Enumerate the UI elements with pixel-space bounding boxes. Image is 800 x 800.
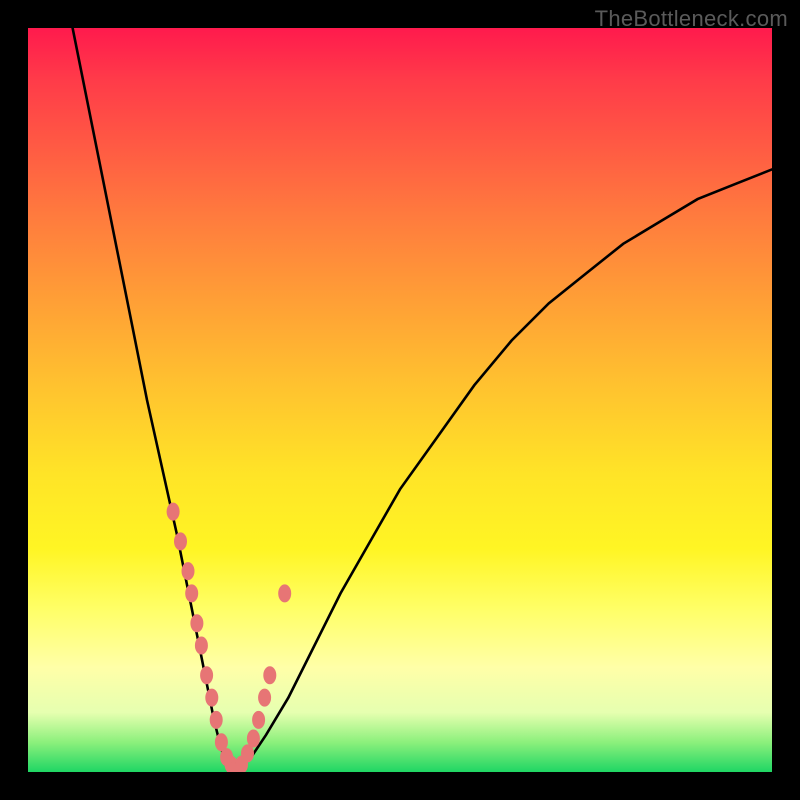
highlight-marker bbox=[263, 666, 276, 684]
highlight-marker bbox=[185, 584, 198, 602]
highlight-marker bbox=[225, 756, 238, 772]
highlight-marker bbox=[210, 711, 223, 729]
highlight-marker bbox=[252, 711, 265, 729]
highlight-marker bbox=[200, 666, 213, 684]
highlight-marker bbox=[247, 730, 260, 748]
curve-svg bbox=[28, 28, 772, 772]
highlight-marker bbox=[278, 584, 291, 602]
highlight-marker bbox=[195, 637, 208, 655]
highlight-marker bbox=[220, 748, 233, 766]
highlight-marker bbox=[190, 614, 203, 632]
highlight-marker bbox=[182, 562, 195, 580]
plot-area bbox=[28, 28, 772, 772]
chart-frame: TheBottleneck.com bbox=[0, 0, 800, 800]
highlight-marker bbox=[241, 744, 254, 762]
highlight-marker bbox=[235, 756, 248, 772]
highlight-marker bbox=[215, 733, 228, 751]
highlight-marker bbox=[230, 759, 243, 772]
bottleneck-curve bbox=[73, 28, 772, 768]
marker-group bbox=[167, 503, 292, 772]
highlight-marker bbox=[205, 689, 218, 707]
highlight-marker bbox=[258, 689, 271, 707]
highlight-marker bbox=[167, 503, 180, 521]
highlight-marker bbox=[174, 532, 187, 550]
